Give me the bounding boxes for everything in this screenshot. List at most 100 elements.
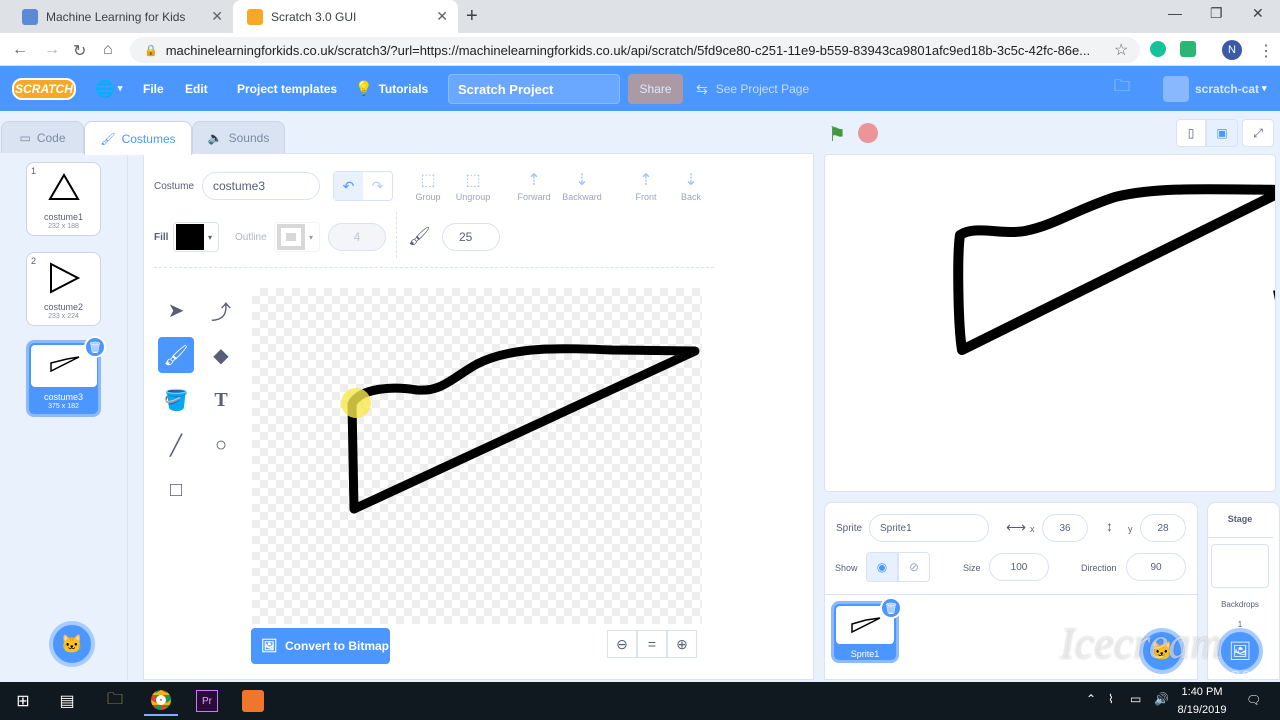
url-field[interactable]: 🔒 machinelearningforkids.co.uk/scratch3/… [130, 37, 1140, 63]
stage-canvas[interactable] [824, 154, 1276, 492]
front-button[interactable]: ⇡ Front [624, 170, 668, 202]
chevron-down-icon[interactable]: ▾ [1262, 66, 1267, 111]
group-label: Group [415, 192, 441, 202]
outline-color-picker[interactable]: ▾ [274, 222, 320, 252]
back-button[interactable]: ⇣ Back [669, 170, 713, 202]
delete-costume-trash-icon[interactable]: 🗑 [84, 336, 106, 358]
lock-icon: 🔒 [144, 44, 158, 57]
fill-color-picker[interactable]: ▾ [173, 222, 219, 252]
see-project-label: See Project Page [715, 82, 810, 96]
y-input[interactable]: 28 [1140, 514, 1186, 542]
home-icon[interactable]: ⌂ [103, 41, 113, 59]
convert-to-bitmap-button[interactable]: 🖼 Convert to Bitmap [251, 628, 390, 664]
shield-extension-icon[interactable] [1180, 41, 1196, 57]
tray-chevron-up-icon[interactable]: ⌃ [1086, 692, 1096, 706]
backward-button[interactable]: ⇣ Backward [560, 170, 604, 202]
new-tab-button[interactable]: + [466, 5, 478, 28]
icecream-recorder-icon[interactable] [236, 686, 270, 716]
fill-bucket-icon[interactable]: 🪣 [158, 382, 194, 418]
ungroup-button[interactable]: ⬚ Ungroup [451, 170, 495, 202]
username-menu[interactable]: scratch-cat [1195, 66, 1259, 111]
green-flag-icon[interactable]: ⚑ [828, 122, 846, 147]
edit-menu[interactable]: Edit [185, 66, 208, 111]
zoom-reset-button[interactable]: = [637, 630, 667, 658]
tab-costumes[interactable]: 🖌 Costumes [84, 121, 192, 155]
costume-card-1[interactable]: 1 costume1 232 x 188 [26, 162, 101, 236]
notifications-icon[interactable]: 🗨 [1246, 693, 1261, 707]
select-arrow-icon[interactable]: ➤ [158, 292, 194, 328]
minimize-icon[interactable]: — [1168, 5, 1182, 21]
paint-canvas[interactable] [252, 288, 702, 624]
large-stage-icon[interactable]: ▣ [1206, 119, 1238, 147]
group-button[interactable]: ⬚ Group [406, 170, 450, 202]
task-view-icon[interactable]: ▤ [50, 686, 84, 716]
zoom-in-icon[interactable]: ⊕ [667, 630, 697, 658]
small-stage-icon[interactable]: ▯ [1176, 119, 1206, 147]
clock-time[interactable]: 1:40 PM [1176, 686, 1228, 698]
brush-tool-icon[interactable]: 🖌 [158, 337, 194, 373]
reshape-icon[interactable]: ⤴ [203, 292, 239, 328]
x-input[interactable]: 36 [1042, 514, 1088, 542]
network-icon[interactable]: ⌇ [1108, 692, 1114, 706]
delete-sprite-trash-icon[interactable]: 🗑 [880, 597, 902, 619]
stop-icon[interactable] [858, 123, 878, 143]
file-explorer-icon[interactable]: 🗀 [98, 686, 132, 716]
scratch-logo[interactable]: SCRATCH [12, 78, 76, 100]
zoom-out-icon[interactable]: ⊖ [607, 630, 637, 658]
tab-sounds[interactable]: 🔈 Sounds [192, 121, 285, 154]
premiere-icon[interactable]: Pr [190, 686, 224, 716]
line-tool-icon[interactable]: ╱ [158, 427, 194, 463]
browser-tab-ml4k[interactable]: Machine Learning for Kids ✕ [8, 0, 233, 33]
hide-eye-icon[interactable]: ⊘ [898, 552, 930, 582]
circle-tool-icon[interactable]: ○ [203, 427, 239, 463]
user-avatar[interactable] [1163, 76, 1189, 102]
fullscreen-icon[interactable]: ⤢ [1242, 119, 1274, 147]
bookmark-star-icon[interactable]: ☆ [1114, 40, 1128, 60]
eraser-icon[interactable]: ◆ [203, 337, 239, 373]
tab-code-label: Code [36, 131, 66, 145]
browser-tab-scratch[interactable]: Scratch 3.0 GUI ✕ [233, 0, 458, 33]
folder-icon[interactable]: 🗀 [1114, 66, 1130, 111]
close-tab-icon[interactable]: ✕ [211, 8, 223, 25]
forward-button[interactable]: ⇡ Forward [512, 170, 556, 202]
close-window-icon[interactable]: ✕ [1252, 5, 1264, 22]
reload-icon[interactable]: ↻ [73, 41, 86, 61]
rectangle-tool-icon[interactable]: □ [158, 472, 194, 508]
text-tool-icon[interactable]: T [203, 382, 239, 418]
grammarly-extension-icon[interactable] [1150, 41, 1166, 57]
close-tab-icon[interactable]: ✕ [436, 8, 448, 25]
forward-arrow-icon[interactable]: → [44, 41, 60, 59]
show-eye-icon[interactable]: ◉ [866, 552, 898, 582]
sprite-name-input[interactable]: Sprite1 [869, 514, 989, 542]
maximize-icon[interactable]: ❐ [1210, 5, 1223, 22]
costume-number: 1 [31, 166, 37, 176]
profile-avatar[interactable]: N [1222, 40, 1242, 60]
costume-card-2[interactable]: 2 costume2 233 x 224 [26, 252, 101, 326]
project-templates-menu[interactable]: Project templates [237, 66, 337, 111]
redo-icon[interactable]: ↷ [363, 172, 392, 200]
volume-icon[interactable]: 🔊 [1154, 692, 1169, 706]
costume-name-input[interactable]: costume3 [202, 172, 320, 200]
tutorials-button[interactable]: 💡 Tutorials [355, 66, 428, 111]
outline-swatch [277, 224, 305, 250]
language-globe-icon[interactable]: 🌐 ▾ [95, 66, 122, 111]
windows-start-icon[interactable]: ⊞ [6, 686, 40, 716]
choose-costume-cat-icon[interactable]: 🐱 [49, 621, 95, 667]
clock-date[interactable]: 8/19/2019 [1172, 704, 1232, 716]
brush-size-input[interactable]: 25 [442, 223, 500, 251]
project-title-input[interactable]: Scratch Project [448, 74, 620, 104]
battery-icon[interactable]: ▭ [1130, 692, 1141, 706]
browser-menu-icon[interactable]: ⋮ [1258, 41, 1274, 61]
file-menu[interactable]: File [143, 66, 164, 111]
back-arrow-icon[interactable]: ← [12, 41, 28, 59]
share-button[interactable]: Share [628, 74, 683, 104]
chrome-icon[interactable] [144, 686, 178, 716]
size-input[interactable]: 100 [989, 553, 1049, 581]
outline-width-input[interactable]: 4 [328, 223, 386, 251]
undo-icon[interactable]: ↶ [334, 172, 363, 200]
backward-label: Backward [562, 192, 602, 202]
tab-code[interactable]: ▭ Code [1, 121, 84, 154]
backward-arrow-down-icon: ⇣ [575, 172, 589, 189]
see-project-page-button[interactable]: ⇆ See Project Page [696, 74, 831, 104]
direction-input[interactable]: 90 [1126, 553, 1186, 581]
